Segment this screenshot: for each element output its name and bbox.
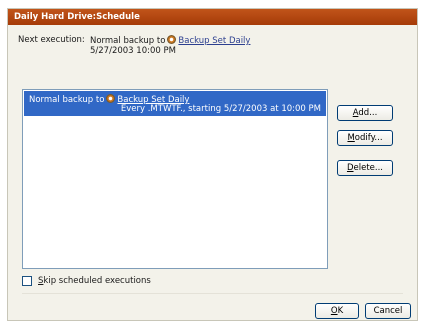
- backup-set-icon: [167, 35, 177, 44]
- cancel-button[interactable]: Cancel: [365, 303, 411, 319]
- schedule-list[interactable]: Normal backup to Backup Set Daily Every .…: [22, 89, 328, 269]
- add-button[interactable]: Add...: [337, 105, 393, 121]
- next-execution-prefix: Normal backup to: [90, 36, 166, 46]
- divider: [22, 293, 403, 294]
- schedule-prefix: Normal backup to: [29, 95, 105, 105]
- dialog-title: Daily Hard Drive:Schedule: [8, 9, 417, 25]
- backup-set-icon: [106, 94, 116, 103]
- ok-button[interactable]: OK: [315, 303, 359, 319]
- next-execution-label: Next execution:: [18, 35, 85, 45]
- next-execution-summary: Normal backup to Backup Set Daily: [90, 35, 250, 46]
- skip-scheduled-checkbox[interactable]: [22, 276, 32, 286]
- schedule-dialog: Daily Hard Drive:Schedule Next execution…: [7, 8, 418, 321]
- schedule-row[interactable]: Normal backup to Backup Set Daily Every .…: [24, 91, 326, 116]
- modify-button[interactable]: Modify...: [337, 130, 393, 146]
- backup-set-link[interactable]: Backup Set Daily: [178, 36, 250, 46]
- skip-scheduled-label[interactable]: Skip scheduled executions: [38, 276, 151, 286]
- next-execution-datetime: 5/27/2003 10:00 PM: [90, 46, 176, 56]
- schedule-row-detail: Every .MTWTF., starting 5/27/2003 at 10:…: [120, 104, 321, 114]
- delete-button[interactable]: Delete...: [337, 160, 393, 176]
